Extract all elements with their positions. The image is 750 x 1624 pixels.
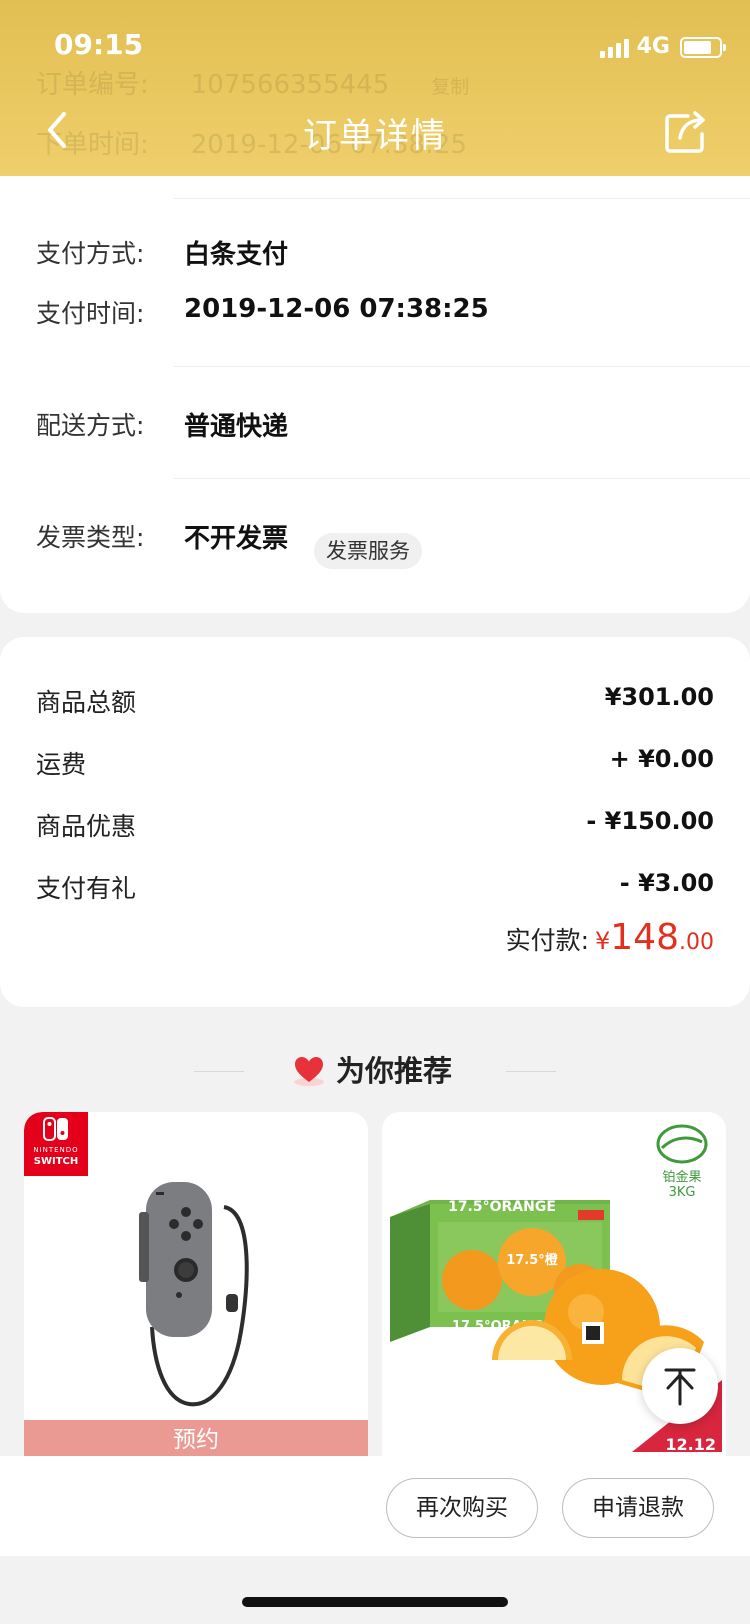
status-indicators: 4G	[599, 34, 726, 59]
heart-icon	[294, 1057, 324, 1086]
amount-row: 商品总额 ¥301.00	[36, 683, 714, 717]
ghost-order-value: 107566355445	[190, 70, 390, 100]
amount-value: + ¥0.00	[609, 745, 714, 773]
paid-integer: 148	[610, 917, 679, 958]
paid-decimal: .00	[679, 930, 714, 955]
joycon-image	[139, 1182, 249, 1407]
share-icon[interactable]	[662, 108, 710, 156]
amount-row: 支付有礼 - ¥3.00	[36, 869, 714, 903]
amount-value: - ¥3.00	[619, 869, 714, 897]
paid-currency: ¥	[595, 927, 611, 955]
amount-card: 商品总额 ¥301.00 运费 + ¥0.00 商品优惠 - ¥150.00 支…	[0, 637, 750, 1007]
ghost-order-number-row: 订单编号: 107566355445 复制	[36, 64, 469, 101]
invoice-label: 发票类型:	[36, 523, 145, 552]
home-indicator[interactable]	[242, 1597, 508, 1607]
amount-row: 运费 + ¥0.00	[36, 745, 714, 779]
divider	[174, 198, 750, 199]
recommend-header: 为你推荐	[0, 1040, 750, 1096]
nav-header: 订单编号: 107566355445 复制 下单时间: 2019-12-06 07:3…	[0, 0, 750, 176]
divider	[506, 1071, 556, 1072]
product-card[interactable]: NINTENDO SWITCH 预约	[24, 1112, 368, 1460]
amount-label: 商品优惠	[36, 812, 137, 841]
ghost-copy: 复制	[431, 76, 470, 98]
paid-label: 实付款:	[505, 926, 589, 955]
amount-label: 商品总额	[36, 688, 137, 717]
amount-row: 商品优惠 - ¥150.00	[36, 807, 714, 841]
ghost-order-label: 订单编号:	[36, 70, 149, 100]
payment-time-value: 2019-12-06 07:38:25	[184, 294, 489, 324]
orange-label-text: 17.5°橙	[506, 1252, 559, 1268]
network-type: 4G	[636, 34, 670, 59]
divider	[174, 478, 750, 479]
amount-label: 支付有礼	[36, 874, 137, 903]
bottom-action-bar: 再次购买 申请退款	[0, 1456, 750, 1556]
battery-icon	[680, 37, 726, 58]
arrow-up-icon	[664, 1368, 696, 1406]
back-to-top-button[interactable]	[642, 1348, 718, 1424]
amount-label: 运费	[36, 750, 87, 779]
payment-method-value: 白条支付	[184, 240, 289, 270]
delivery-label: 配送方式:	[36, 411, 145, 440]
preorder-tag: 预约	[24, 1420, 368, 1460]
divider	[194, 1071, 244, 1072]
amount-value: ¥301.00	[604, 683, 714, 711]
signal-icon	[599, 38, 629, 58]
status-time: 09:15	[54, 28, 144, 61]
paid-total: 实付款: ¥ 148 .00	[506, 917, 714, 958]
recommend-title: 为你推荐	[336, 1054, 453, 1088]
refund-button[interactable]: 申请退款	[562, 1478, 714, 1538]
invoice-service-button[interactable]: 发票服务	[314, 533, 422, 569]
amount-value: - ¥150.00	[586, 807, 714, 835]
invoice-value: 不开发票	[184, 524, 289, 554]
sale-tag-text: 12.12	[665, 1435, 716, 1454]
payment-time-label: 支付时间:	[36, 299, 145, 328]
rebuy-button[interactable]: 再次购买	[386, 1478, 538, 1538]
orange-box-text: 17.5°ORANGE	[448, 1199, 556, 1215]
divider	[174, 366, 750, 367]
delivery-value: 普通快递	[184, 412, 289, 442]
page-title: 订单详情	[303, 116, 447, 156]
order-info-card: 支付方式: 白条支付 支付时间: 2019-12-06 07:38:25 配送方…	[0, 150, 750, 613]
payment-method-label: 支付方式:	[36, 239, 145, 268]
